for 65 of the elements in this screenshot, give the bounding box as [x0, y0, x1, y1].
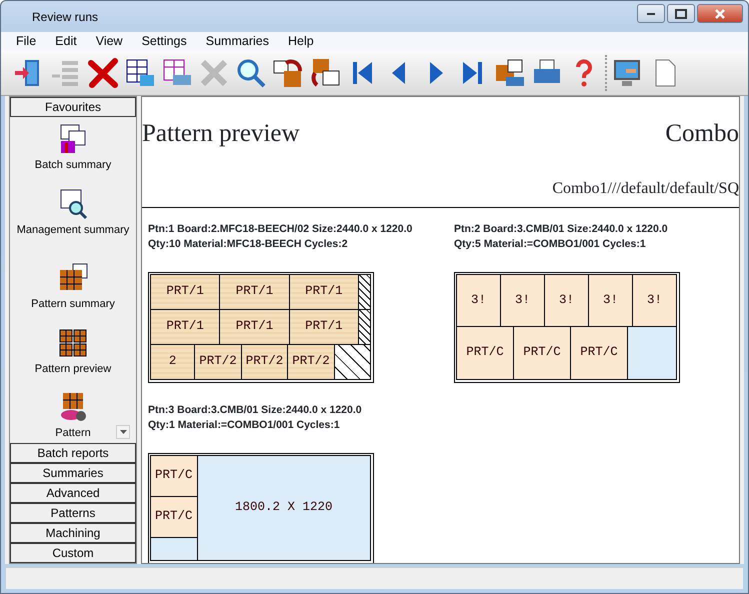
- preview-title: Combo: [665, 119, 739, 149]
- part: PRT/1: [150, 308, 220, 344]
- part: 3!: [632, 274, 677, 327]
- pattern-info: Qty:10 Material:MFC18-BEECH Cycles:2: [148, 236, 349, 252]
- pattern-info: Qty:5 Material:=COMBO1/001 Cycles:1: [454, 236, 647, 252]
- part: PRT/C: [570, 326, 628, 380]
- sidebar-item[interactable]: Management summary: [16, 188, 130, 238]
- menu-item[interactable]: Summaries: [196, 32, 278, 50]
- sidebar-section-button[interactable]: Batch reports: [10, 443, 136, 463]
- preview-subtitle: Combo1///default/default/SQ: [552, 180, 739, 196]
- pattern-grid-icon: [57, 326, 89, 358]
- pattern-info: Qty:1 Material:=COMBO1/001 Cycles:1: [148, 418, 341, 432]
- sidebar-section-button[interactable]: Custom: [10, 543, 136, 563]
- menu-item[interactable]: Edit: [45, 32, 86, 50]
- part: PRT/2: [287, 344, 335, 380]
- maximize-icon: [675, 8, 687, 18]
- minimize-button[interactable]: [637, 4, 665, 23]
- sidebar-section-button[interactable]: Advanced: [10, 483, 136, 503]
- part: 3!: [500, 274, 545, 327]
- part: PRT/2: [194, 344, 242, 380]
- part: PRT/1: [219, 308, 290, 344]
- part: 2: [150, 344, 196, 380]
- offcut: 1800.2 X 1220: [196, 454, 371, 560]
- offcut: [627, 326, 677, 380]
- sidebar-item[interactable]: Pattern: [55, 391, 91, 442]
- pattern-printer-icon[interactable]: [494, 56, 526, 88]
- menu-item[interactable]: Settings: [132, 32, 196, 50]
- part: 3!: [544, 274, 589, 327]
- search-icon[interactable]: [235, 56, 267, 88]
- menu-item[interactable]: Help: [278, 32, 323, 50]
- part: PRT/C: [150, 496, 198, 538]
- pattern-info: Ptn:3 Board:3.CMB/01 Size:2440.0 x 1220.0: [148, 402, 363, 418]
- part: PRT/C: [150, 454, 198, 496]
- preview-title: Pattern preview: [142, 119, 300, 149]
- sidebar-item[interactable]: Pattern summary: [31, 262, 115, 312]
- part: PRT/C: [513, 326, 571, 380]
- part: PRT/1: [219, 274, 290, 310]
- cross-icon[interactable]: [87, 56, 119, 88]
- sidebar-section-button[interactable]: Summaries: [10, 463, 136, 483]
- waste-area: [334, 344, 372, 380]
- part: 3!: [588, 274, 633, 327]
- part: PRT/1: [288, 308, 359, 344]
- close-button[interactable]: [697, 4, 743, 23]
- maximize-button[interactable]: [667, 4, 695, 23]
- rotate-icon[interactable]: [309, 56, 341, 88]
- sidebar-header[interactable]: Favourites: [10, 97, 136, 117]
- close-icon: [715, 8, 725, 18]
- part: 3!: [456, 274, 501, 327]
- sidebar-section-button[interactable]: Patterns: [10, 503, 136, 523]
- part: PRT/2: [240, 344, 288, 380]
- pattern-info: Ptn:2 Board:3.CMB/01 Size:2440.0 x 1220.0: [454, 222, 669, 236]
- sidebar-item[interactable]: Batch summary: [34, 123, 112, 174]
- table-icon[interactable]: [124, 56, 156, 88]
- sidebar-section-button[interactable]: Machining: [10, 523, 136, 543]
- minimize-icon: [647, 12, 655, 14]
- rotate-icon[interactable]: [272, 56, 304, 88]
- window-title: Review runs: [32, 8, 98, 26]
- trim-strip: [358, 308, 371, 344]
- menu-item[interactable]: File: [6, 32, 46, 50]
- part: PRT/C: [456, 326, 514, 380]
- pattern-info: Ptn:1 Board:2.MFC18-BEECH/02 Size:2440.0 x 1220.0: [148, 222, 414, 236]
- sidebar-item[interactable]: Pattern preview: [34, 326, 112, 377]
- part: PRT/1: [150, 274, 220, 310]
- menu-item[interactable]: View: [86, 32, 132, 50]
- part: PRT/1: [288, 274, 359, 310]
